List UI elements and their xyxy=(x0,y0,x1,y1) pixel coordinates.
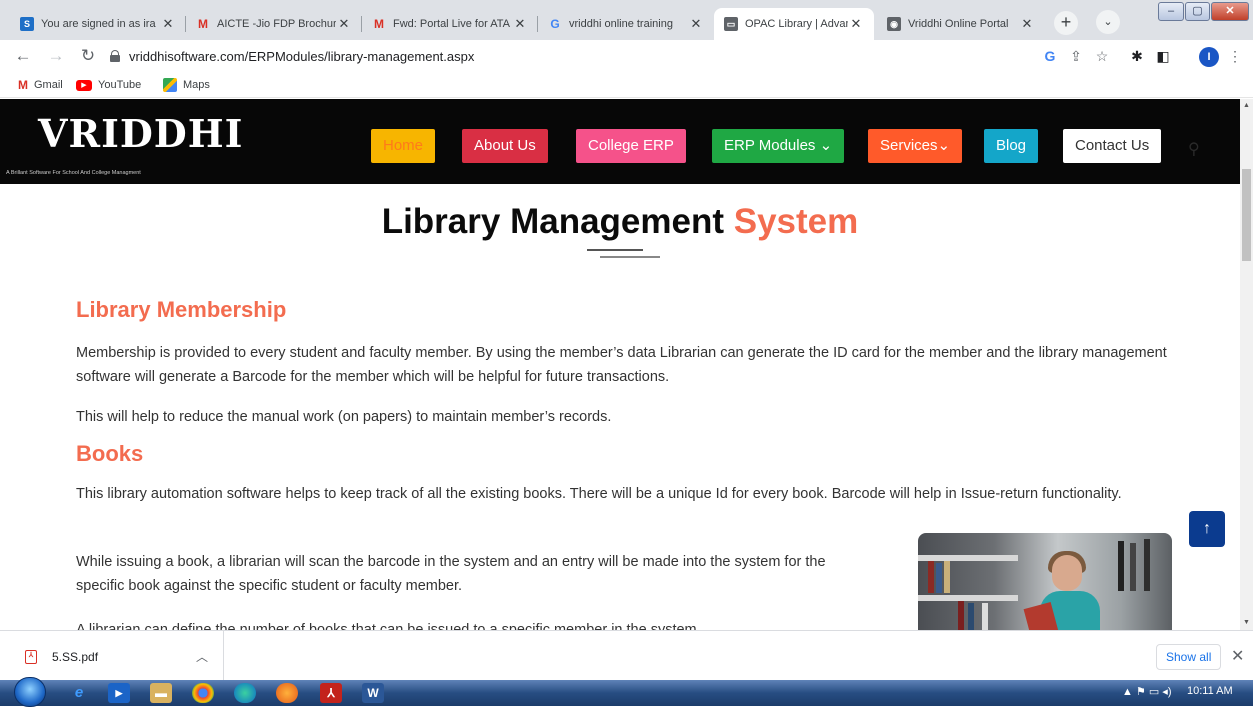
tab-favicon-icon: G xyxy=(550,17,560,31)
browser-tab-strip: S You are signed in as ira ✕ M AICTE -Jio FD… xyxy=(0,0,1253,40)
title-divider xyxy=(587,249,643,251)
start-button[interactable] xyxy=(14,677,46,707)
tab-close-icon[interactable]: ✕ xyxy=(688,16,704,32)
word-icon[interactable]: W xyxy=(362,683,384,703)
internet-explorer-icon[interactable]: e xyxy=(68,683,90,703)
site-tagline: A Brillant Software For School And Colle… xyxy=(6,170,141,176)
tab-close-icon[interactable]: ✕ xyxy=(512,16,528,32)
page-scrollbar[interactable]: ▲ ▼ xyxy=(1240,99,1253,630)
close-icon[interactable]: ✕ xyxy=(1231,646,1244,666)
tab-title: OPAC Library | Advance xyxy=(745,18,848,30)
site-logo[interactable]: VRIDDHI xyxy=(38,111,243,156)
page-viewport: VRIDDHI A Brillant Software For School A… xyxy=(0,99,1253,630)
search-icon[interactable]: ⚲ xyxy=(1188,139,1200,159)
bookmark-star-icon[interactable]: ☆ xyxy=(1093,47,1111,65)
browser-tab-4[interactable]: Gvriddhi online training ✕ xyxy=(538,8,714,40)
heading-books: Books xyxy=(76,441,144,466)
browser-tab-2[interactable]: M AICTE -Jio FDP Brochur ✕ xyxy=(186,8,362,40)
tab-title: You are signed in as ira xyxy=(41,18,156,30)
tab-favicon-icon: S xyxy=(20,17,34,31)
google-lens-icon[interactable]: G xyxy=(1041,47,1059,65)
chevron-up-icon[interactable]: ︿ xyxy=(196,648,208,665)
scroll-up-arrow-icon[interactable]: ▲ xyxy=(1240,99,1253,113)
edge-icon[interactable] xyxy=(234,683,256,703)
window-close-button[interactable]: ✕ xyxy=(1211,2,1249,21)
forward-arrow-icon[interactable]: → xyxy=(45,45,67,67)
tab-favicon-icon: ▭ xyxy=(724,17,738,31)
nav-college-erp[interactable]: College ERP xyxy=(576,129,686,163)
nav-home[interactable]: Home xyxy=(371,129,436,163)
tab-favicon-icon: M xyxy=(374,17,384,31)
nav-blog[interactable]: Blog xyxy=(984,129,1039,163)
tab-close-icon[interactable]: ✕ xyxy=(336,16,352,32)
bookmark-youtube[interactable]: ▶ YouTube xyxy=(76,76,141,94)
acrobat-icon[interactable]: ⅄ xyxy=(320,683,342,703)
url-text: vriddhisoftware.com/ERPModules/library-m… xyxy=(129,48,475,64)
lock-icon xyxy=(110,50,120,62)
tray-icons[interactable]: ▲ ⚑ ▭ ◂) xyxy=(1122,685,1172,698)
scroll-down-arrow-icon[interactable]: ▼ xyxy=(1240,616,1253,630)
tab-search-button[interactable]: ⌄ xyxy=(1096,10,1120,34)
extensions-puzzle-icon[interactable]: ✱ xyxy=(1128,47,1146,65)
browser-tab-3[interactable]: M Fwd: Portal Live for ATA ✕ xyxy=(362,8,538,40)
tab-close-icon[interactable]: ✕ xyxy=(848,16,864,32)
browser-tab-6[interactable]: ◉ Vriddhi Online Portal ✕ xyxy=(877,8,1045,40)
tab-close-icon[interactable]: ✕ xyxy=(160,16,176,32)
new-tab-button[interactable]: + xyxy=(1054,11,1078,35)
tab-favicon-icon: ◉ xyxy=(887,17,901,31)
show-all-button[interactable]: Show all xyxy=(1156,644,1222,670)
scrollbar-thumb[interactable] xyxy=(1242,169,1251,261)
page-title: Library Management System xyxy=(381,202,859,241)
librarian-photo xyxy=(918,533,1172,630)
scroll-to-top-button[interactable]: ↑ xyxy=(1189,511,1225,547)
paragraph-books-2: While issuing a book, a librarian will s… xyxy=(76,554,826,594)
nav-about-us[interactable]: About Us xyxy=(462,129,548,163)
download-shelf: ⅄ 5.SS.pdf ︿ Show all ✕ xyxy=(0,630,1253,681)
tab-title: vriddhi online training xyxy=(569,18,673,30)
windows-taskbar: e ▶ ▬ ⅄ W ▲ ⚑ ▭ ◂) 10:11 AM xyxy=(0,677,1253,707)
firefox-icon[interactable] xyxy=(276,683,298,703)
pdf-file-icon: ⅄ xyxy=(25,650,37,664)
tab-favicon-icon: M xyxy=(198,17,208,31)
site-header: VRIDDHI A Brillant Software For School A… xyxy=(0,99,1240,184)
address-bar[interactable]: vriddhisoftware.com/ERPModules/library-m… xyxy=(110,43,1030,69)
download-item[interactable]: ⅄ 5.SS.pdf ︿ xyxy=(0,631,224,681)
download-filename: 5.SS.pdf xyxy=(52,650,99,664)
nav-contact-us[interactable]: Contact Us xyxy=(1063,129,1162,163)
gmail-icon: M xyxy=(18,78,28,92)
reload-icon[interactable]: ↻ xyxy=(77,45,99,67)
nav-services[interactable]: Services⌄ xyxy=(868,129,963,163)
bookmark-maps[interactable]: Maps xyxy=(163,76,210,94)
nav-erp-modules[interactable]: ERP Modules ⌄ xyxy=(712,129,845,163)
browser-tab-1[interactable]: S You are signed in as ira ✕ xyxy=(10,8,186,40)
paragraph-books-3: A librarian can define the number of boo… xyxy=(76,622,701,630)
browser-tab-5[interactable]: ▭ OPAC Library | Advance✕ xyxy=(714,8,874,40)
side-panel-icon[interactable]: ◧ xyxy=(1154,47,1172,65)
minimize-button[interactable]: – xyxy=(1158,2,1184,21)
paragraph-membership-1: Membership is provided to every student … xyxy=(76,345,1167,385)
chrome-icon[interactable] xyxy=(192,683,214,703)
file-explorer-icon[interactable]: ▬ xyxy=(150,683,172,703)
heading-library-membership: Library Membership xyxy=(76,297,287,322)
share-icon[interactable]: ⇪ xyxy=(1067,47,1085,65)
tab-title: Vriddhi Online Portal xyxy=(908,18,1009,30)
browser-toolbar: ← → ↻ vriddhisoftware.com/ERPModules/lib… xyxy=(0,40,1253,72)
maps-icon xyxy=(163,78,177,92)
youtube-icon: ▶ xyxy=(76,79,92,91)
person-figure xyxy=(1023,551,1100,630)
tab-title: Fwd: Portal Live for ATA xyxy=(393,18,510,30)
paragraph-books-1: This library automation software helps t… xyxy=(76,486,1122,502)
tab-close-icon[interactable]: ✕ xyxy=(1019,16,1035,32)
maximize-button[interactable]: ▢ xyxy=(1185,2,1210,21)
tab-title: AICTE -Jio FDP Brochur xyxy=(217,18,336,30)
menu-kebab-icon[interactable]: ⋮ xyxy=(1226,47,1244,65)
back-arrow-icon[interactable]: ← xyxy=(12,45,34,67)
clock[interactable]: 10:11 AM xyxy=(1187,685,1233,697)
paragraph-membership-2: This will help to reduce the manual work… xyxy=(76,409,612,425)
title-divider-2 xyxy=(600,256,660,258)
profile-avatar[interactable]: I xyxy=(1199,47,1219,67)
bookmark-gmail[interactable]: M Gmail xyxy=(18,76,63,94)
bookmarks-bar: M Gmail ▶ YouTube Maps xyxy=(0,72,1253,98)
media-player-icon[interactable]: ▶ xyxy=(108,683,130,703)
